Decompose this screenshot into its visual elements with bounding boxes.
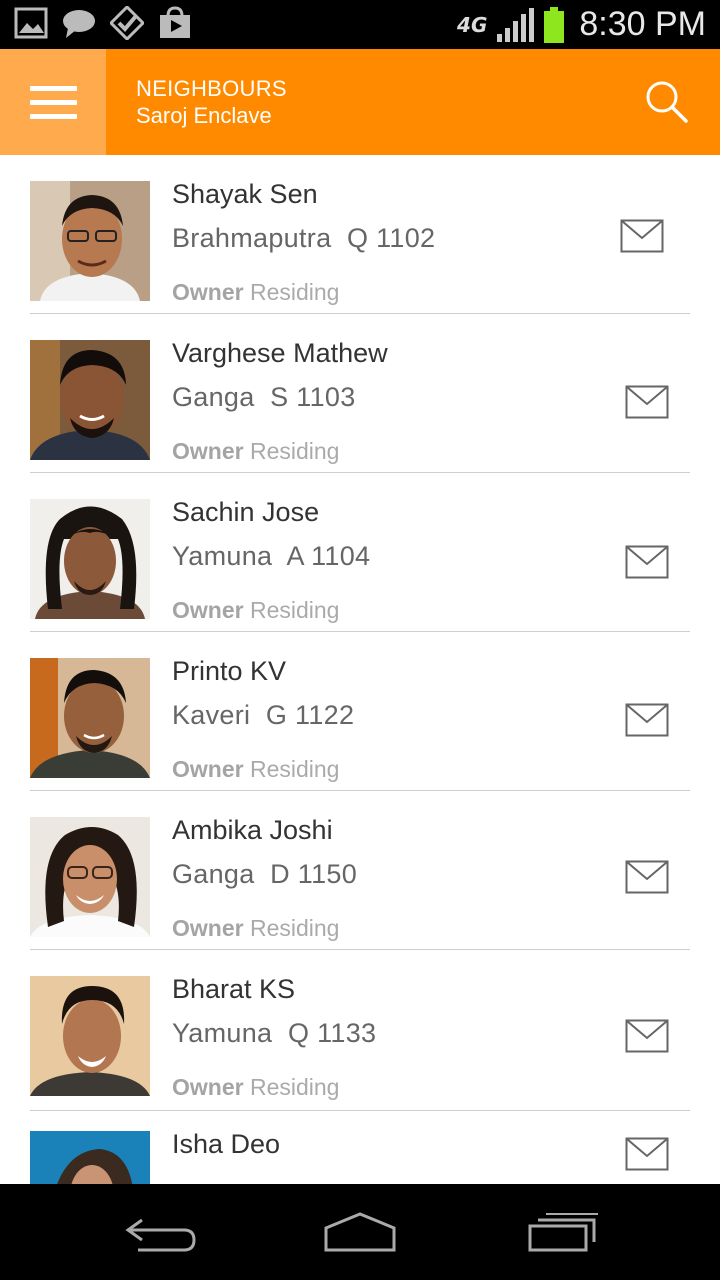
menu-icon-bar	[29, 99, 77, 105]
mail-icon	[625, 545, 669, 579]
avatar	[30, 499, 150, 619]
owner-label: Owner	[172, 597, 244, 623]
list-item[interactable]: Sachin Jose Yamuna A 1104 Owner Residing	[0, 473, 720, 632]
residing-label: Residing	[249, 1074, 340, 1100]
notification-icons	[14, 6, 192, 40]
list-item[interactable]: Shayak Sen Brahmaputra Q 1102 Owner Resi…	[0, 155, 720, 314]
mail-button[interactable]	[625, 545, 669, 579]
neighbour-address: Brahmaputra Q 1102	[172, 223, 436, 253]
neighbour-name: Shayak Sen	[172, 179, 318, 209]
navigation-bar	[0, 1184, 720, 1280]
avatar	[30, 340, 150, 460]
mail-button[interactable]	[625, 1137, 669, 1171]
mail-button[interactable]	[625, 385, 669, 419]
recent-apps-icon	[528, 1213, 598, 1252]
neighbour-status: Owner Residing	[172, 597, 339, 624]
back-icon	[125, 1218, 196, 1252]
mail-icon	[625, 860, 669, 894]
menu-icon-bar	[29, 85, 77, 91]
back-button[interactable]	[122, 1210, 198, 1254]
owner-label: Owner	[172, 756, 244, 782]
residing-label: Residing	[249, 915, 340, 941]
page-subtitle: Saroj Enclave	[136, 103, 272, 128]
mail-icon	[625, 385, 669, 419]
neighbour-address: Yamuna Q 1133	[172, 1018, 377, 1048]
neighbour-status: Owner Residing	[172, 279, 339, 306]
owner-label: Owner	[172, 1074, 244, 1100]
network-type-label: 4G	[457, 12, 488, 37]
mail-button[interactable]	[625, 860, 669, 894]
home-icon	[324, 1212, 396, 1252]
neighbour-name: Ambika Joshi	[172, 815, 333, 845]
neighbour-list[interactable]: Shayak Sen Brahmaputra Q 1102 Owner Resi…	[0, 155, 720, 1184]
mail-icon	[625, 1019, 669, 1053]
owner-label: Owner	[172, 915, 244, 941]
neighbour-name: Isha Deo	[172, 1129, 281, 1159]
mail-icon	[620, 219, 664, 253]
list-item[interactable]: Ambika Joshi Ganga D 1150 Owner Residing	[0, 791, 720, 950]
residing-label: Residing	[249, 438, 340, 464]
search-icon	[646, 81, 688, 123]
neighbour-status: Owner Residing	[172, 1074, 339, 1101]
avatar	[30, 817, 150, 937]
avatar	[30, 976, 150, 1096]
list-item[interactable]: Bharat KS Yamuna Q 1133 Owner Residing	[0, 950, 720, 1111]
residing-label: Residing	[249, 756, 340, 782]
mail-icon	[625, 1137, 669, 1171]
neighbour-address: Ganga S 1103	[172, 382, 356, 412]
menu-button[interactable]	[0, 49, 106, 155]
page-title: NEIGHBOURS	[136, 76, 287, 101]
system-status: 4G 8:30 PM	[457, 0, 706, 49]
app-bar: NEIGHBOURS Saroj Enclave	[0, 49, 720, 155]
mail-button[interactable]	[625, 703, 669, 737]
avatar	[30, 181, 150, 301]
check-icon	[110, 6, 144, 40]
mail-button[interactable]	[625, 1019, 669, 1053]
list-item[interactable]: Isha Deo	[0, 1111, 720, 1184]
owner-label: Owner	[172, 279, 244, 305]
avatar	[30, 1131, 150, 1184]
clock: 8:30 PM	[579, 5, 706, 43]
neighbour-status: Owner Residing	[172, 438, 339, 465]
neighbour-name: Printo KV	[172, 656, 287, 686]
recent-apps-button[interactable]	[524, 1210, 600, 1254]
owner-label: Owner	[172, 438, 244, 464]
status-bar: 4G 8:30 PM	[0, 0, 720, 49]
neighbour-address: Ganga D 1150	[172, 859, 358, 889]
home-button[interactable]	[322, 1210, 398, 1254]
residing-label: Residing	[249, 279, 340, 305]
search-button[interactable]	[640, 77, 696, 129]
chat-icon	[63, 10, 95, 38]
gallery-icon	[14, 7, 48, 39]
neighbour-name: Bharat KS	[172, 974, 296, 1004]
neighbour-name: Varghese Mathew	[172, 338, 388, 368]
signal-icon	[497, 7, 535, 42]
mail-button[interactable]	[620, 219, 664, 253]
neighbour-address: Yamuna A 1104	[172, 541, 371, 571]
neighbour-address: Kaveri G 1122	[172, 700, 355, 730]
store-icon	[160, 6, 190, 38]
menu-icon-bar	[29, 113, 77, 119]
battery-icon	[544, 6, 565, 43]
residing-label: Residing	[249, 597, 340, 623]
neighbour-status: Owner Residing	[172, 915, 339, 942]
neighbour-status: Owner Residing	[172, 756, 339, 783]
list-item[interactable]: Printo KV Kaveri G 1122 Owner Residing	[0, 632, 720, 791]
mail-icon	[625, 703, 669, 737]
avatar	[30, 658, 150, 778]
list-item[interactable]: Varghese Mathew Ganga S 1103 Owner Resid…	[0, 314, 720, 473]
neighbour-name: Sachin Jose	[172, 497, 320, 527]
